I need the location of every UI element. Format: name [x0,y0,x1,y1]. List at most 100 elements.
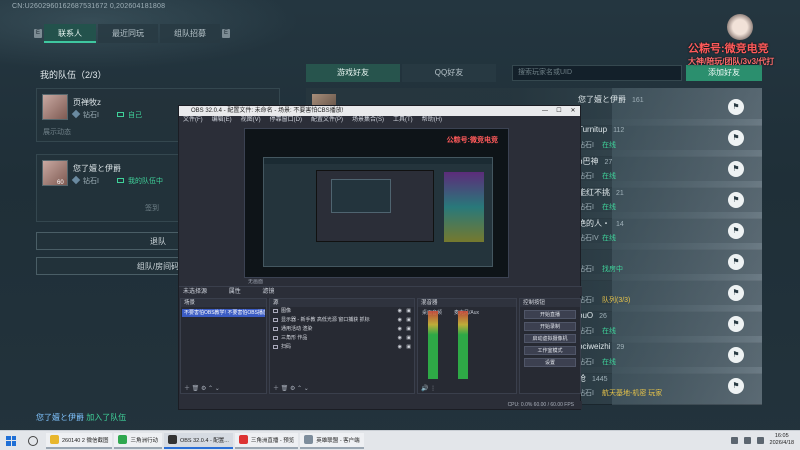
source-item[interactable]: 扫码 ◉ ▣ [270,343,414,352]
close-icon[interactable]: ✕ [566,106,580,116]
friend-name: ociweizhi 29 [578,342,625,351]
source-type-icon [273,308,278,313]
obs-control-button[interactable]: 开始录制 [524,322,576,331]
source-item[interactable]: 显示器 - 新手教 高低光源 窗口捕获 抓标 ◉ ▣ [270,316,414,325]
preview-capture [263,157,493,267]
obs-menu-item[interactable]: 配置文件(P) [311,116,343,125]
preview-label: 无画面 [248,279,264,285]
obs-menu-item[interactable]: 视图(V) [241,116,261,125]
search-icon[interactable] [28,435,38,446]
obs-menu-item[interactable]: 帮助(H) [422,116,442,125]
visibility-eye-icon[interactable]: ◉ [398,307,402,316]
properties-button[interactable]: 属性 [229,287,241,297]
invite-flag-icon[interactable]: ⚑ [728,347,744,363]
taskbar-app[interactable]: 三角洲行动 [114,432,162,449]
clock[interactable]: 16:05 2026/4/18 [770,433,794,447]
nested-friend-cards [444,172,484,242]
source-type-icon [273,335,278,340]
promo-subtext: 大神/陪玩/团队/3v3/代打 [688,57,775,66]
source-item[interactable]: 通用活动 渲染 ◉ ▣ [270,325,414,334]
friend-search-input[interactable]: 搜索玩家名或UID [512,65,682,81]
visibility-eye-icon[interactable]: ◉ [398,334,402,343]
friend-status: 在线 [602,204,616,211]
promo-avatar [727,14,753,40]
mixer-title: 混音器 [418,299,516,307]
scene-item[interactable]: 不要害怕OBS教学! 不要害怕OBS播放! [182,309,265,317]
obs-statusbar: CPU: 0.0% 60.00 / 60.00 FPS [179,401,582,409]
obs-control-button[interactable]: 启动虚拟摄像机 [524,334,576,343]
maximize-icon[interactable]: ☐ [552,106,566,116]
controls-dock: 控制按钮 开始直播开始录制启动虚拟摄像机 工作室模式设置 [519,298,581,394]
taskbar-app[interactable]: 英雄联盟 - 客户端 [300,432,364,449]
tab-game-friends[interactable]: 游戏好友 [306,64,400,82]
tab-qq-friends[interactable]: QQ好友 [402,64,496,82]
filters-button[interactable]: 滤镜 [262,287,274,297]
lock-icon[interactable]: ▣ [406,334,411,343]
obs-menu-item[interactable]: 编辑(E) [212,116,232,125]
wifi-icon[interactable] [743,436,751,444]
main-tabs: E 联系人 最近同玩 组队招募 E [34,24,230,43]
friend-status: 找房中 [602,266,623,273]
obs-menu-item[interactable]: 停靠窗口(D) [270,116,302,125]
tab-left-marker: E [34,29,42,38]
lock-icon[interactable]: ▣ [406,343,411,352]
obs-control-button[interactable]: 工作室模式 [524,346,576,355]
lock-icon[interactable]: ▣ [406,325,411,334]
scene-toolbar[interactable]: ＋ 🗑 ⚙ ⌃ ⌄ [184,383,220,392]
source-type-icon [273,317,278,322]
tab-recruit[interactable]: 组队招募 [160,24,220,43]
source-type-icon [273,326,278,331]
member-name: 您了嬗と伊爵 [73,164,121,173]
obs-menubar: 文件(F) 编辑(E) 视图(V) 停靠窗口(D) 配置文件(P) 场景集合(S) 工具(T… [179,116,580,125]
invite-flag-icon[interactable]: ⚑ [728,161,744,177]
invite-flag-icon[interactable]: ⚑ [728,254,744,270]
lock-icon[interactable]: ▣ [406,307,411,316]
lock-icon[interactable]: ▣ [406,316,411,325]
obs-menu-item[interactable]: 工具(T) [393,116,413,125]
tray-icon[interactable] [730,436,738,444]
member-status: 自己 [117,110,142,120]
invite-flag-icon[interactable]: ⚑ [728,192,744,208]
mixer-toolbar[interactable]: 🔊 ⋮ [421,385,436,392]
add-friend-button[interactable]: 添加好友 [686,65,762,81]
invite-flag-icon[interactable]: ⚑ [728,316,744,332]
promo-text: 公粽号:微竞电竞 [688,43,769,55]
taskbar-app[interactable]: OBS 32.0.4 - 配置... [163,432,233,449]
obs-menu-item[interactable]: 场景集合(S) [352,116,384,125]
taskbar-app[interactable]: 三角洲直播 - 预览 [234,432,299,449]
windows-taskbar: 260140 2 微信截图 三角洲行动 OBS 32.0.4 - 配置... 三角洲直… [0,430,800,450]
obs-control-button[interactable]: 设置 [524,358,576,367]
invite-flag-icon[interactable]: ⚑ [728,285,744,301]
windows-icon [6,435,16,446]
uid-watermark: CN:U2602960162687531672 0,202604181808 [12,3,166,10]
invite-flag-icon[interactable]: ⚑ [728,378,744,394]
friend-name: 绝的人・ 14 [578,219,624,228]
start-button[interactable] [0,431,22,450]
tab-contacts[interactable]: 联系人 [44,24,96,43]
volume-icon[interactable] [756,436,764,444]
source-item[interactable]: 三角形 作品 ◉ ▣ [270,334,414,343]
obs-control-button[interactable]: 开始直播 [524,310,576,319]
visibility-eye-icon[interactable]: ◉ [398,325,402,334]
member-rank: 钻石I [71,175,99,186]
obs-menu-item[interactable]: 文件(F) [183,116,203,125]
controls-title: 控制按钮 [520,299,580,307]
member-status: 我的队伍中 [117,176,163,186]
tab-recent[interactable]: 最近同玩 [98,24,158,43]
preview-promo-text: 公粽号:微竞电竞 [446,137,498,144]
member-name: 页禅牧z [73,98,101,107]
visibility-eye-icon[interactable]: ◉ [398,343,402,352]
minimize-icon[interactable]: — [538,106,552,116]
invite-flag-icon[interactable]: ⚑ [728,130,744,146]
source-item[interactable]: 图像 ◉ ▣ [270,307,414,316]
invite-flag-icon[interactable]: ⚑ [728,223,744,239]
friend-name: 您了嬗と伊爵 161 [578,95,644,104]
source-toolbar[interactable]: ＋ 🗑 ⚙ ⌃ ⌄ [273,383,309,392]
obs-titlebar[interactable]: OBS 32.0.4 - 配置文件: 未命名 - 场景: 不要害怕CBS播放! … [179,106,580,116]
obs-preview[interactable]: 公粽号:微竞电竞 [244,128,509,278]
invite-flag-icon[interactable]: ⚑ [728,99,744,115]
audio-mixer-dock: 混音器 桌面音频 麦克风/Aux 🔊 ⋮ [417,298,517,394]
taskbar-app[interactable]: 260140 2 微信截图 [46,432,113,449]
visibility-eye-icon[interactable]: ◉ [398,316,402,325]
obs-window[interactable]: OBS 32.0.4 - 配置文件: 未命名 - 场景: 不要害怕CBS播放! … [178,105,582,410]
